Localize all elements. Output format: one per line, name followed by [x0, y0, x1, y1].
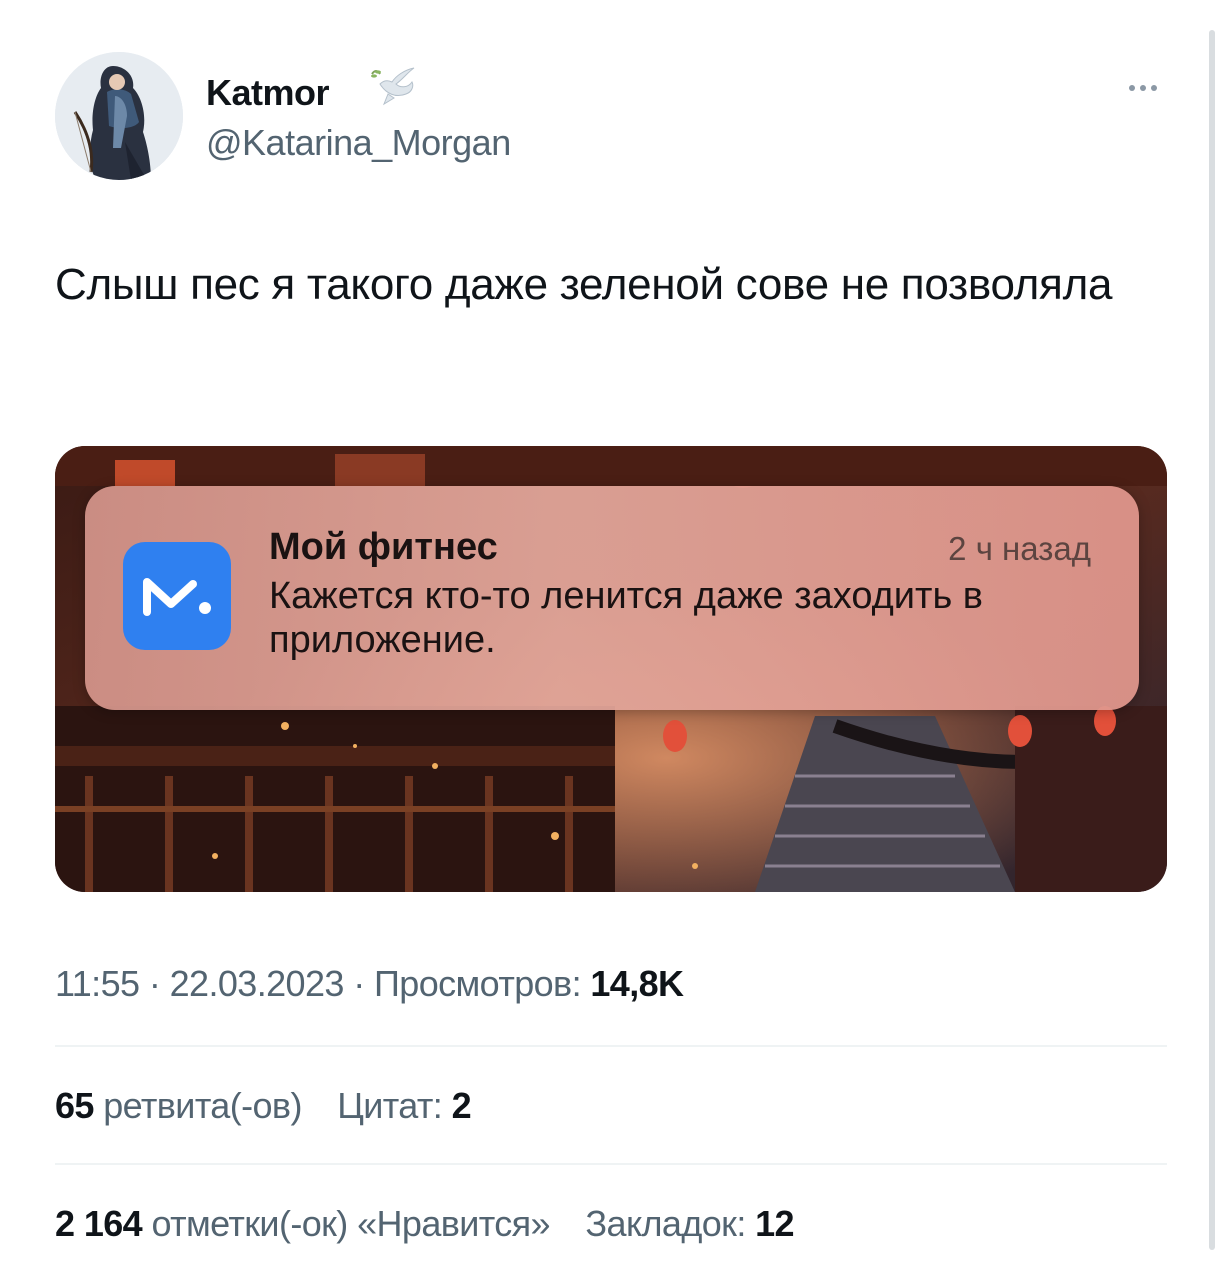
bookmarks-stat[interactable]: Закладок: 12 [585, 1203, 794, 1245]
quotes-label: Цитат: [337, 1085, 443, 1126]
retweets-count: 65 [55, 1085, 94, 1126]
views-label: Просмотров: [374, 963, 582, 1004]
scrollbar[interactable] [1209, 30, 1215, 1250]
dot [1129, 85, 1135, 91]
notification-body: Кажется кто-то ленится даже заходить в п… [269, 575, 983, 661]
dot [1151, 85, 1157, 91]
views-count: 14,8K [590, 963, 684, 1004]
tweet-date[interactable]: 22.03.2023 [170, 963, 345, 1004]
avatar[interactable] [55, 52, 183, 180]
avatar-archer-image [55, 52, 183, 180]
display-name[interactable]: Katmor [206, 72, 330, 114]
dove-icon [371, 67, 415, 106]
mail-app-icon [123, 542, 231, 650]
retweets-stat[interactable]: 65 ретвита(-ов) [55, 1085, 302, 1127]
bookmarks-count: 12 [755, 1203, 794, 1244]
likes-stat[interactable]: 2 164 отметки(-ок) «Нравится» [55, 1203, 551, 1245]
user-handle[interactable]: @Katarina_Morgan [206, 122, 511, 164]
retweets-label: ретвита(-ов) [103, 1085, 302, 1126]
divider [55, 1163, 1167, 1165]
stats-row-retweets: 65 ретвита(-ов) Цитат: 2 [55, 1085, 497, 1127]
more-dots-icon[interactable] [1122, 78, 1164, 98]
separator: · [353, 963, 365, 1004]
likes-count: 2 164 [55, 1203, 143, 1244]
notification-app-name: Мой фитнес [269, 526, 498, 568]
bookmarks-label: Закладок: [585, 1203, 746, 1244]
stats-row-likes: 2 164 отметки(-ок) «Нравится» Закладок: … [55, 1203, 820, 1245]
likes-label: отметки(-ок) «Нравится» [151, 1203, 551, 1244]
tweet-media-image[interactable]: Мой фитнес 2 ч назад Кажется кто-то лени… [55, 446, 1167, 892]
push-notification: Мой фитнес 2 ч назад Кажется кто-то лени… [85, 486, 1139, 710]
divider [55, 1045, 1167, 1047]
tweet-text: Слыш пес я такого даже зеленой сове не п… [55, 260, 1113, 309]
quotes-count: 2 [451, 1085, 472, 1126]
tweet-time[interactable]: 11:55 [55, 963, 140, 1004]
notification-time: 2 ч назад [948, 530, 1091, 567]
tweet-meta: 11:55 · 22.03.2023 · Просмотров: 14,8K [55, 963, 684, 1005]
separator: · [148, 963, 161, 1004]
dot [1140, 85, 1146, 91]
quotes-stat[interactable]: Цитат: 2 [337, 1085, 471, 1127]
